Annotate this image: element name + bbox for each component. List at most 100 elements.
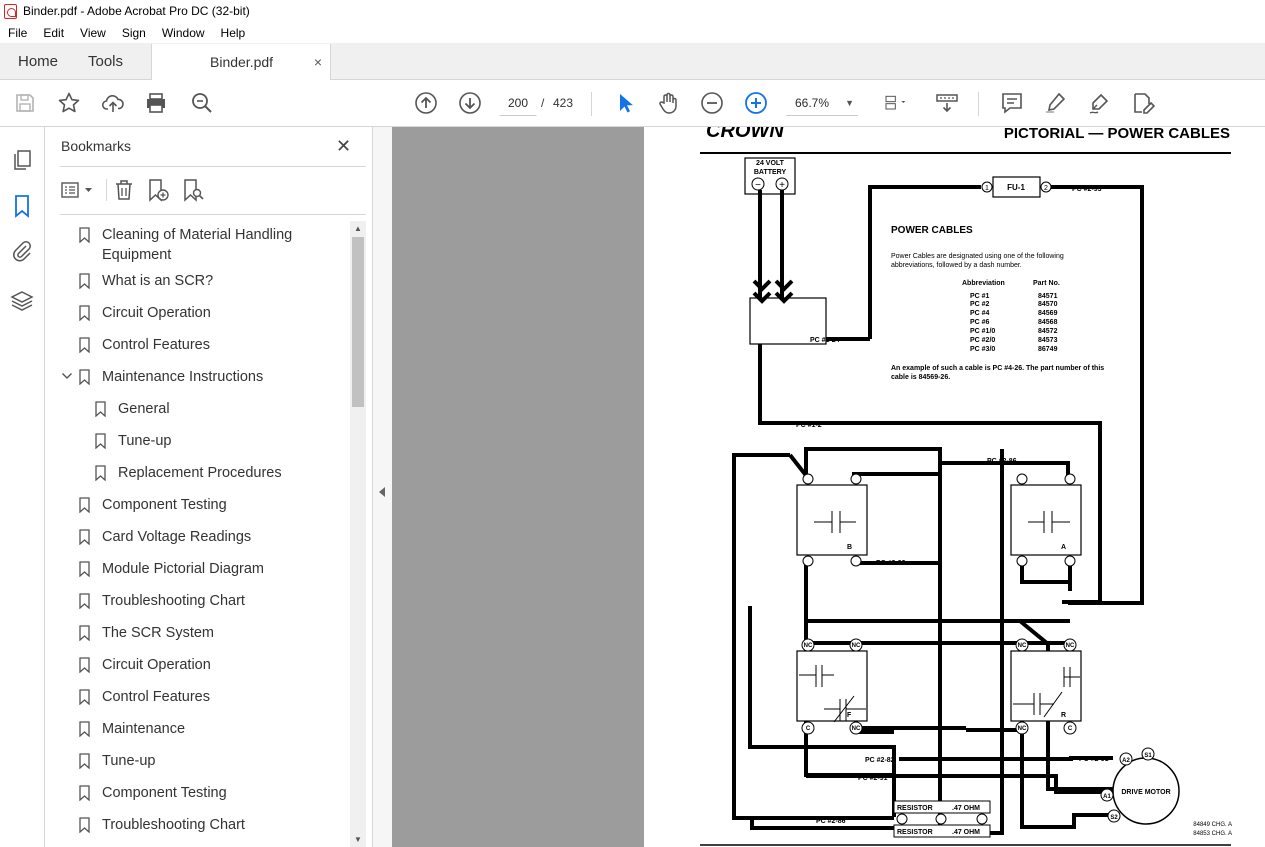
- attachment-icon[interactable]: [10, 239, 34, 263]
- print-icon[interactable]: [143, 90, 169, 116]
- resistor-block: RESISTOR .47 OHM RESISTOR .47 OHM: [893, 800, 991, 838]
- menu-help[interactable]: Help: [213, 26, 254, 40]
- svg-text:F: F: [847, 712, 852, 719]
- example-text: An example of such a cable is PC #4-26. …: [891, 365, 1104, 372]
- bookmark-item[interactable]: Control Features: [79, 687, 210, 707]
- bookmark-item[interactable]: The SCR System: [79, 623, 214, 643]
- bookmark-icon: [79, 657, 90, 673]
- bookmark-item[interactable]: Control Features: [79, 335, 210, 355]
- menu-edit[interactable]: Edit: [35, 26, 72, 40]
- menu-window[interactable]: Window: [154, 26, 213, 40]
- layers-icon[interactable]: [10, 289, 34, 313]
- svg-text:84571: 84571: [1038, 293, 1058, 300]
- new-bookmark-icon[interactable]: [145, 177, 171, 203]
- bookmark-search-icon[interactable]: [180, 177, 206, 203]
- bookmark-label: Module Pictorial Diagram: [102, 561, 264, 577]
- bookmark-item[interactable]: Component Testing: [79, 495, 227, 515]
- bookmark-item[interactable]: Module Pictorial Diagram: [79, 559, 264, 579]
- wiring-diagram: CROWN PICTORIAL — POWER CABLES 24 VOLT B…: [700, 127, 1232, 846]
- tab-home[interactable]: Home: [0, 43, 76, 79]
- bookmark-icon: [79, 273, 90, 289]
- edit-pdf-icon[interactable]: [1130, 90, 1156, 116]
- bookmark-item[interactable]: Component Testing: [79, 783, 227, 803]
- cable-label: PC #2-86: [816, 818, 846, 825]
- fuse-terminal-2: 2: [1044, 185, 1048, 192]
- bookmark-item[interactable]: Circuit Operation: [79, 655, 211, 675]
- bookmark-item[interactable]: Troubleshooting Chart: [79, 815, 245, 835]
- bookmark-icon: [79, 497, 90, 513]
- select-cursor-icon[interactable]: [612, 90, 638, 116]
- delete-bookmark-icon[interactable]: [111, 177, 137, 203]
- bookmark-item[interactable]: Card Voltage Readings: [79, 527, 251, 547]
- hand-icon[interactable]: [655, 90, 681, 116]
- star-icon[interactable]: [56, 90, 82, 116]
- bookmark-item[interactable]: Maintenance Instructions: [62, 367, 263, 387]
- zoom-out-icon[interactable]: [699, 90, 725, 116]
- bookmark-icon: [79, 337, 90, 353]
- chevron-down-icon[interactable]: [61, 369, 73, 389]
- bookmark-label: Troubleshooting Chart: [102, 817, 245, 833]
- bookmark-label: Component Testing: [102, 497, 227, 513]
- zoom-in-icon[interactable]: [743, 90, 769, 116]
- bookmark-item[interactable]: Troubleshooting Chart: [79, 591, 245, 611]
- sign-pen-icon[interactable]: [1086, 90, 1112, 116]
- contactor-r: R: [1010, 650, 1082, 722]
- page-display-icon[interactable]: [878, 90, 914, 116]
- svg-text:PC #2: PC #2: [970, 301, 990, 308]
- bookmark-item[interactable]: Cleaning of Material Handling Equipment: [79, 225, 292, 265]
- menu-sign[interactable]: Sign: [114, 26, 154, 40]
- save-icon[interactable]: [12, 90, 38, 116]
- svg-text:84573: 84573: [1038, 337, 1058, 344]
- svg-text:A: A: [1061, 544, 1066, 551]
- scroll-up-icon[interactable]: ▲: [354, 224, 362, 233]
- tab-close-icon[interactable]: ×: [314, 54, 322, 70]
- svg-text:84570: 84570: [1038, 301, 1058, 308]
- panel-splitter[interactable]: [373, 127, 392, 847]
- page-thumbnails-icon[interactable]: [10, 148, 34, 172]
- menu-bar: File Edit View Sign Window Help: [0, 22, 1265, 43]
- terminal-label: C: [806, 726, 811, 732]
- tab-document[interactable]: Binder.pdf ×: [151, 44, 331, 80]
- upload-cloud-icon[interactable]: [100, 90, 126, 116]
- options-menu-icon[interactable]: [59, 177, 97, 203]
- bookmark-label: Cleaning of Material Handling Equipment: [102, 227, 293, 263]
- bookmarks-panel: Bookmarks ✕ Cleaning of Material Handlin…: [45, 127, 373, 847]
- scroll-down-icon[interactable]: ▼: [354, 835, 362, 844]
- menu-view[interactable]: View: [72, 26, 114, 40]
- scroll-thumb[interactable]: [352, 237, 364, 407]
- page-separator: /: [541, 96, 545, 110]
- table-header: Abbreviation: [962, 280, 1005, 287]
- cable-label: PC #2-91: [1079, 756, 1109, 763]
- close-icon[interactable]: ✕: [336, 137, 351, 155]
- zoom-select[interactable]: 66.7% ▼: [786, 90, 858, 116]
- zoom-search-icon[interactable]: [189, 90, 215, 116]
- bookmark-item[interactable]: Circuit Operation: [79, 303, 211, 323]
- bookmark-scrollbar[interactable]: ▲ ▼: [350, 221, 366, 847]
- next-page-icon[interactable]: [457, 90, 483, 116]
- previous-page-icon[interactable]: [413, 90, 439, 116]
- bookmark-item[interactable]: Tune-up: [95, 431, 171, 451]
- bookmark-item[interactable]: Maintenance: [79, 719, 185, 739]
- bookmark-label: Circuit Operation: [102, 305, 211, 321]
- comment-icon[interactable]: [999, 90, 1025, 116]
- contactor-b: B: [796, 484, 868, 556]
- menu-file[interactable]: File: [0, 26, 35, 40]
- toolbar-divider: [978, 92, 979, 116]
- cable-table: PC #1 84571 PC #2 84570 PC #4 84569 PC #6 84…: [970, 293, 1058, 353]
- scroll-mode-icon[interactable]: [934, 90, 960, 116]
- bookmark-item[interactable]: Replacement Procedures: [95, 463, 282, 483]
- page-number-input[interactable]: 200: [499, 90, 537, 116]
- bookmark-item[interactable]: General: [95, 399, 170, 419]
- collapse-panel-icon[interactable]: [379, 487, 385, 497]
- document-viewer[interactable]: CROWN PICTORIAL — POWER CABLES 24 VOLT B…: [392, 127, 1265, 847]
- contactor-f: F: [796, 650, 868, 723]
- tab-tools[interactable]: Tools: [76, 43, 152, 79]
- bookmark-item[interactable]: Tune-up: [79, 751, 155, 771]
- bookmark-list: Cleaning of Material Handling Equipment W…: [60, 221, 350, 847]
- title-bar: Binder.pdf - Adobe Acrobat Pro DC (32-bi…: [0, 0, 1265, 22]
- contactor-a: A: [1010, 484, 1082, 556]
- highlight-pen-icon[interactable]: [1042, 90, 1068, 116]
- bookmark-panel-icon[interactable]: [10, 194, 34, 218]
- svg-text:S1: S1: [1144, 753, 1152, 759]
- bookmark-item[interactable]: What is an SCR?: [79, 271, 213, 291]
